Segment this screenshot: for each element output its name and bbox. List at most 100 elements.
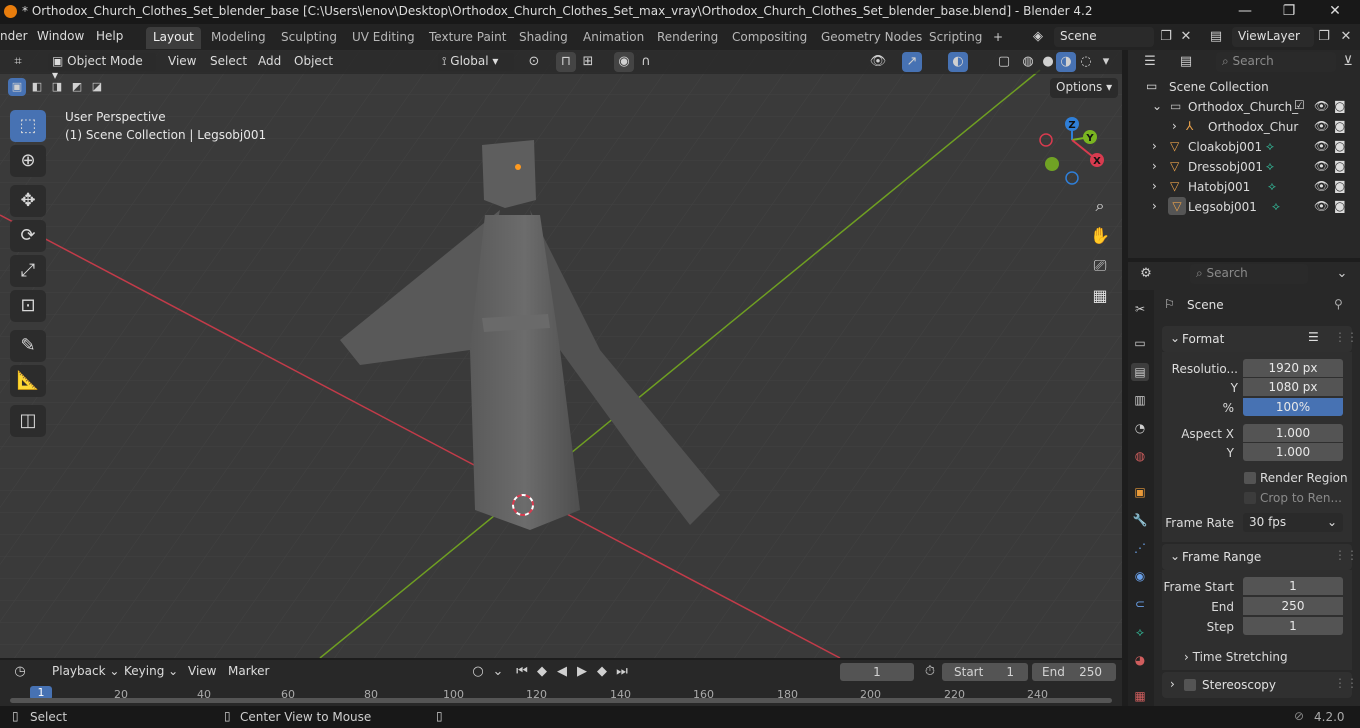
- play-icon[interactable]: ▶: [572, 662, 592, 682]
- texture-tab-icon[interactable]: ▦: [1131, 687, 1149, 705]
- select-subtract-icon[interactable]: ◨: [48, 78, 66, 96]
- timeline-view-menu[interactable]: View: [184, 663, 220, 681]
- properties-search-input[interactable]: ⌕ Search: [1190, 264, 1308, 284]
- data-tab-icon[interactable]: ⟡: [1131, 623, 1149, 641]
- aspect-x-field[interactable]: 1.000: [1243, 424, 1343, 442]
- jump-end-icon[interactable]: ⏭: [612, 662, 632, 682]
- gizmo-neg-x-icon[interactable]: [1039, 133, 1053, 147]
- camera-icon[interactable]: ◙: [1334, 99, 1346, 113]
- outliner-row-hat[interactable]: › ▽ Hatobj001 ⟡ 👁 ◙: [1128, 177, 1360, 197]
- tab-rendering[interactable]: Rendering: [650, 27, 725, 49]
- new-view-layer-icon[interactable]: ❐: [1314, 27, 1334, 47]
- eye-icon[interactable]: 👁: [1314, 159, 1329, 173]
- outliner-row-legs[interactable]: › ▽ Legsobj001 ⟡ 👁 ◙: [1128, 197, 1360, 217]
- properties-editor-icon[interactable]: ⚙: [1136, 264, 1156, 284]
- particles-tab-icon[interactable]: ⋰: [1131, 539, 1149, 557]
- scene-selector[interactable]: Scene: [1054, 27, 1154, 47]
- tab-scripting[interactable]: Scripting: [922, 27, 989, 49]
- frame-range-panel-header[interactable]: ⌄ Frame Range ⋮⋮: [1162, 544, 1358, 570]
- visibility-icon[interactable]: 👁: [868, 52, 888, 72]
- timeline-editor-icon[interactable]: ◷: [10, 662, 30, 682]
- tool-tab-icon[interactable]: ✂: [1131, 300, 1149, 318]
- tab-geometry-nodes[interactable]: Geometry Nodes: [814, 27, 929, 49]
- stereoscopy-panel-header[interactable]: › Stereoscopy ⋮⋮: [1162, 672, 1358, 698]
- camera-icon[interactable]: ◙: [1334, 139, 1346, 153]
- pan-hand-icon[interactable]: ✋: [1088, 224, 1112, 248]
- play-reverse-icon[interactable]: ◀: [552, 662, 572, 682]
- cursor-tool[interactable]: ⊕: [10, 145, 46, 177]
- overlays-toggle-icon[interactable]: ◐: [948, 52, 968, 72]
- menu-file[interactable]: nder: [0, 29, 28, 43]
- tab-shading[interactable]: Shading: [512, 27, 575, 49]
- menu-add[interactable]: Add: [254, 53, 285, 71]
- menu-object[interactable]: Object: [290, 53, 337, 71]
- menu-select[interactable]: Select: [206, 53, 251, 71]
- view-layer-tab-icon[interactable]: ▥: [1131, 391, 1149, 409]
- annotate-tool[interactable]: ✎: [10, 330, 46, 362]
- stereoscopy-checkbox[interactable]: [1184, 679, 1196, 691]
- delete-view-layer-icon[interactable]: ✕: [1336, 27, 1356, 47]
- keying-options-icon[interactable]: ⌄: [488, 662, 508, 682]
- tab-uv-editing[interactable]: UV Editing: [345, 27, 422, 49]
- close-button[interactable]: ✕: [1312, 0, 1358, 24]
- transform-tool[interactable]: ⊡: [10, 290, 46, 322]
- view-layer-icon[interactable]: ▤: [1206, 27, 1226, 47]
- object-tab-icon[interactable]: ▣: [1131, 483, 1149, 501]
- drag-handle-icon[interactable]: ⋮⋮: [1334, 676, 1358, 690]
- eye-icon[interactable]: 👁: [1314, 119, 1329, 133]
- presets-list-icon[interactable]: ☰: [1308, 330, 1319, 344]
- frame-start-field[interactable]: 1: [1243, 577, 1343, 595]
- transform-orientation[interactable]: ⟟ Global ▾: [438, 53, 514, 71]
- camera-icon[interactable]: ◙: [1334, 119, 1346, 133]
- world-tab-icon[interactable]: ◍: [1131, 447, 1149, 465]
- tab-layout[interactable]: Layout: [146, 27, 201, 49]
- eye-icon[interactable]: 👁: [1314, 199, 1329, 213]
- snap-icon[interactable]: ⊓: [556, 52, 576, 72]
- frame-rate-dropdown[interactable]: 30 fps ⌄: [1243, 513, 1343, 532]
- xray-icon[interactable]: ▢: [994, 52, 1014, 72]
- modifier-tab-icon[interactable]: 🔧: [1131, 511, 1149, 529]
- time-stretching-subpanel[interactable]: › Time Stretching: [1184, 650, 1288, 664]
- zoom-icon[interactable]: ⌕: [1088, 194, 1112, 218]
- ortho-grid-icon[interactable]: ▦: [1088, 284, 1112, 308]
- material-preview-icon[interactable]: ◑: [1056, 52, 1076, 72]
- camera-icon[interactable]: ◙: [1334, 179, 1346, 193]
- timeline-end-field[interactable]: End 250: [1032, 663, 1116, 681]
- marker-menu[interactable]: Marker: [224, 663, 273, 681]
- restore-button[interactable]: ❐: [1266, 0, 1312, 24]
- gizmo-neg-z-icon[interactable]: [1065, 171, 1079, 185]
- output-tab-icon[interactable]: ▤: [1131, 363, 1149, 381]
- eye-icon[interactable]: 👁: [1314, 99, 1329, 113]
- pin-icon[interactable]: ⚲: [1334, 297, 1343, 311]
- measure-tool[interactable]: 📐: [10, 365, 46, 397]
- crop-checkbox[interactable]: [1244, 492, 1256, 504]
- menu-view[interactable]: View: [164, 53, 200, 71]
- resolution-x-field[interactable]: 1920 px: [1243, 359, 1343, 377]
- tab-texture-paint[interactable]: Texture Paint: [422, 27, 513, 49]
- constraints-tab-icon[interactable]: ⊂: [1131, 595, 1149, 613]
- timeline-scrollbar[interactable]: [10, 698, 1112, 703]
- tab-animation[interactable]: Animation: [576, 27, 651, 49]
- keying-menu[interactable]: Keying ⌄: [120, 663, 182, 681]
- format-panel-header[interactable]: ⌄ Format ☰ ⋮⋮: [1162, 326, 1358, 352]
- select-invert-icon[interactable]: ◩: [68, 78, 86, 96]
- scene-tab-icon[interactable]: ◔: [1131, 419, 1149, 437]
- solid-shading-icon[interactable]: ●: [1038, 52, 1058, 72]
- eye-icon[interactable]: 👁: [1314, 139, 1329, 153]
- camera-icon[interactable]: ◙: [1334, 199, 1346, 213]
- render-region-checkbox[interactable]: [1244, 472, 1256, 484]
- rendered-shading-icon[interactable]: ◌: [1076, 52, 1096, 72]
- material-tab-icon[interactable]: ◕: [1131, 651, 1149, 669]
- select-intersect-icon[interactable]: ◪: [88, 78, 106, 96]
- display-mode-icon[interactable]: ▤: [1176, 52, 1196, 72]
- proportional-edit-icon[interactable]: ◉: [614, 52, 634, 72]
- delete-scene-icon[interactable]: ✕: [1176, 27, 1196, 47]
- menu-help[interactable]: Help: [96, 29, 123, 43]
- falloff-icon[interactable]: ∩: [636, 52, 656, 72]
- physics-tab-icon[interactable]: ◉: [1131, 567, 1149, 585]
- outliner-row-cloak[interactable]: › ▽ Cloakobj001 ⟡ 👁 ◙: [1128, 137, 1360, 157]
- menu-window[interactable]: Window: [37, 29, 84, 43]
- outliner-row-empty[interactable]: › ⅄ Orthodox_Chur 👁 ◙: [1128, 117, 1360, 137]
- current-frame-field[interactable]: 1: [840, 663, 914, 681]
- properties-options-icon[interactable]: ⌄: [1332, 264, 1352, 284]
